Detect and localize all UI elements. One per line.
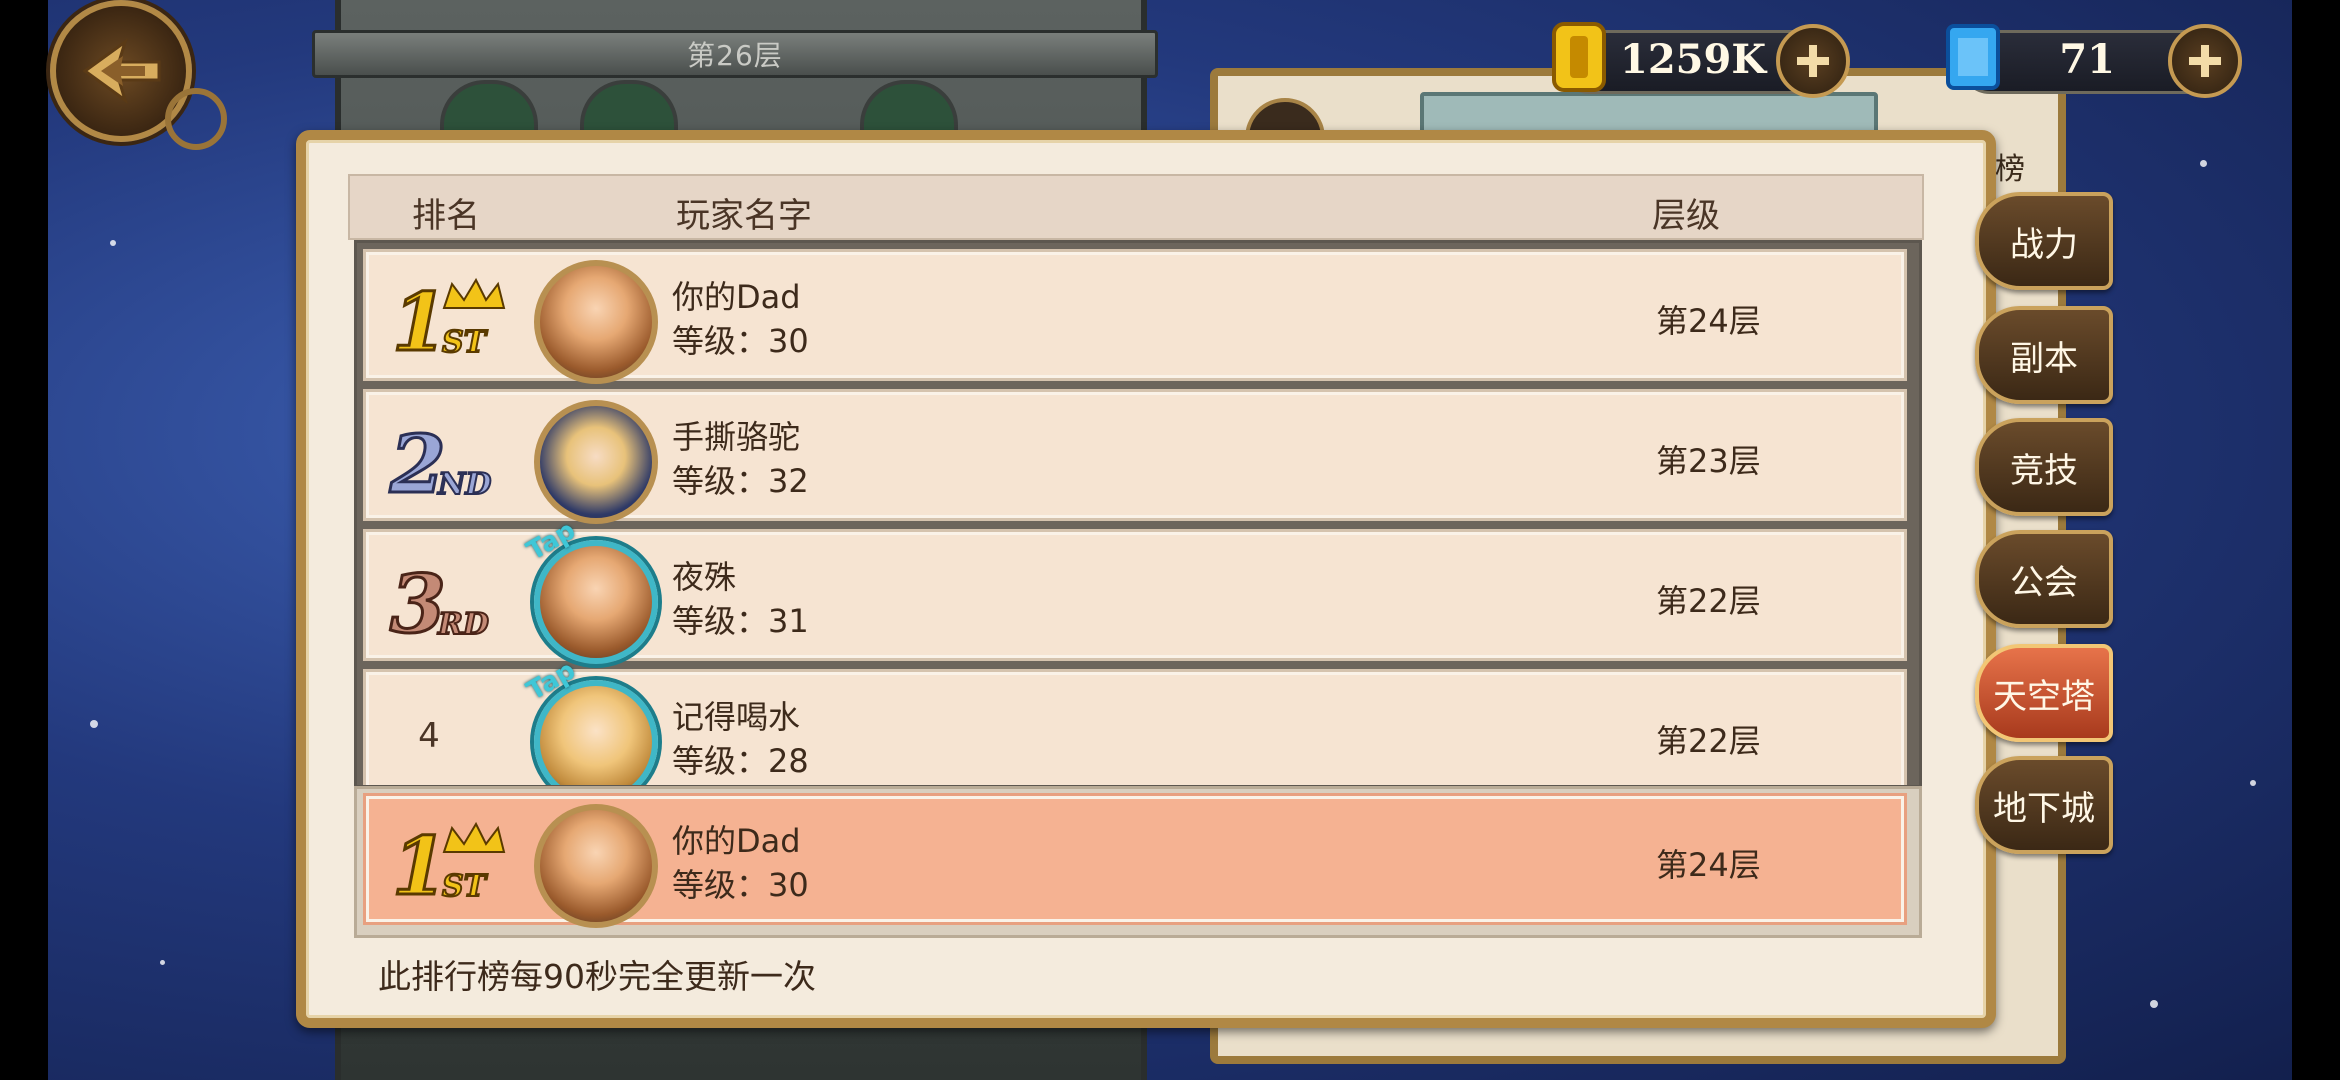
star-decoration [110, 240, 116, 246]
player-level: 等级：32 [672, 462, 809, 500]
player-avatar[interactable] [534, 540, 658, 664]
star-decoration [2250, 780, 2256, 786]
gold-rank-badge: 1 ST [391, 274, 506, 366]
update-notice: 此排行榜每90秒完全更新一次 [378, 957, 816, 996]
svg-text:ND: ND [437, 467, 491, 502]
player-floor: 第22层 [1656, 722, 1761, 760]
table-header: 排名 玩家名字 层级 [348, 174, 1924, 240]
player-level: 等级：30 [672, 322, 809, 360]
tab-dungeon[interactable]: 副本 [1975, 306, 2113, 404]
gem-amount: 71 [2059, 36, 2115, 83]
tab-arena[interactable]: 竞技 [1975, 418, 2113, 516]
leaderboard-list[interactable]: 1 ST 你的Dad 等级：30 第24层 2 ND 手撕骆驼 等级：32 第2… [354, 240, 1922, 788]
svg-text:1: 1 [392, 819, 448, 910]
player-name: 记得喝水 [672, 698, 801, 736]
star-decoration [90, 720, 98, 728]
self-rank-row[interactable]: 1 ST 你的Dad 等级：30 第24层 [363, 793, 1907, 928]
player-level: 等级：31 [672, 602, 809, 640]
tab-guild[interactable]: 公会 [1975, 530, 2113, 628]
plus-icon [1797, 45, 1829, 77]
left-letterbox [0, 0, 48, 1080]
player-name: 手撕骆驼 [672, 418, 801, 456]
self-level: 等级：30 [672, 866, 809, 904]
player-avatar[interactable] [534, 260, 658, 384]
plus-icon [2189, 45, 2221, 77]
svg-text:ST: ST [442, 325, 489, 360]
tab-sky-tower[interactable]: 天空塔 [1975, 644, 2113, 742]
table-row[interactable]: 2 ND 手撕骆驼 等级：32 第23层 [363, 389, 1907, 524]
table-row[interactable]: 1 ST 你的Dad 等级：30 第24层 [363, 249, 1907, 384]
star-decoration [2150, 1000, 2158, 1008]
player-name: 你的Dad [672, 278, 801, 316]
svg-text:1: 1 [392, 275, 448, 366]
gold-coin-icon [1548, 20, 1610, 94]
svg-text:ST: ST [442, 869, 489, 904]
player-floor: 第23层 [1656, 442, 1761, 480]
tab-underground-city[interactable]: 地下城 [1975, 756, 2113, 854]
bronze-rank-badge: 3 RD [389, 556, 490, 647]
self-rank-frame: 1 ST 你的Dad 等级：30 第24层 [354, 786, 1922, 938]
table-row[interactable]: 4 Tap 记得喝水 等级：28 第22层 [363, 655, 1907, 785]
self-name: 你的Dad [672, 822, 801, 860]
table-row[interactable]: 3 RD Tap 夜殊 等级：31 第22层 [363, 515, 1907, 664]
header-floor: 层级 [1652, 196, 1720, 236]
player-floor: 第24层 [1656, 302, 1761, 340]
tab-power[interactable]: 战力 [1975, 192, 2113, 290]
self-floor: 第24层 [1656, 846, 1761, 884]
header-player-name: 玩家名字 [676, 196, 812, 236]
player-floor: 第22层 [1656, 582, 1761, 620]
header-rank: 排名 [412, 196, 480, 236]
right-letterbox [2292, 0, 2340, 1080]
silver-rank-badge: 2 ND [388, 416, 493, 507]
blue-gem-icon [1942, 20, 2004, 94]
star-decoration [160, 960, 165, 965]
gold-amount: 1259K [1620, 36, 1767, 83]
svg-text:RD: RD [437, 607, 489, 642]
player-level: 等级：28 [672, 742, 809, 780]
player-avatar[interactable] [534, 400, 658, 524]
self-avatar[interactable] [534, 804, 658, 928]
star-decoration [2200, 160, 2207, 167]
player-name: 夜殊 [672, 558, 737, 596]
gold-rank-badge: 1 ST [391, 818, 506, 910]
back-button-ring [165, 88, 227, 150]
add-gem-button[interactable] [2168, 24, 2242, 98]
back-arrow-icon [82, 38, 161, 104]
rank-number: 4 [418, 716, 440, 756]
add-gold-button[interactable] [1776, 24, 1850, 98]
tower-floor-label: 第26层 [687, 39, 783, 72]
